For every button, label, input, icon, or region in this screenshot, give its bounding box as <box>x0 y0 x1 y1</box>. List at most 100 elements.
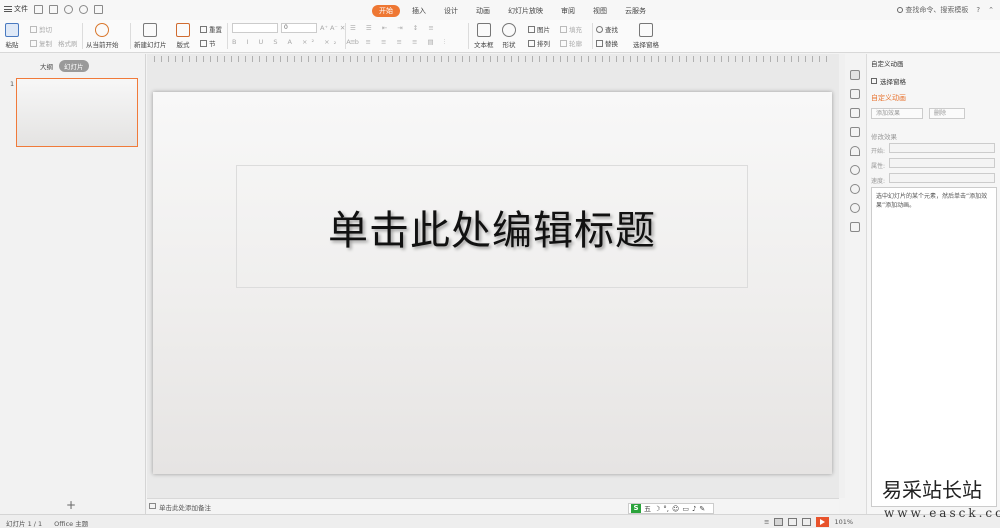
ribbon: 粘贴 剪切 复制 格式刷 从当前开始 新建幻灯片 版式 重置 节 0 A⁺ A⁻… <box>0 20 1000 53</box>
quick-access-toolbar: 文件 <box>4 4 103 14</box>
tab-animation[interactable]: 动画 <box>476 5 490 17</box>
sogou-icon: S <box>631 504 641 513</box>
tab-cloud[interactable]: 云服务 <box>625 5 646 17</box>
paste-button[interactable]: 粘贴 <box>5 23 19 49</box>
watermark-logo: 易采站长站 <box>882 478 982 502</box>
play-from-current-button[interactable]: 从当前开始 <box>86 23 119 49</box>
arrange-icon <box>528 39 535 47</box>
list-buttons[interactable]: ☰ ☰ ⇤ ⇥ ↕ ≡ <box>350 24 438 32</box>
font-name-select[interactable] <box>232 23 278 33</box>
slide-canvas[interactable]: 单击此处编辑标题 <box>153 92 832 474</box>
share-icon[interactable] <box>850 165 860 175</box>
tab-outline[interactable]: 大纲 <box>40 61 53 71</box>
layout-button[interactable]: 版式 <box>176 23 190 49</box>
picture-label: 图片 <box>537 26 550 34</box>
notes-pane[interactable]: 单击此处添加备注 <box>147 498 839 514</box>
slide-switch-icon[interactable] <box>850 89 860 99</box>
tab-review[interactable]: 审阅 <box>561 5 575 17</box>
fill-button[interactable]: 填充 <box>560 24 582 34</box>
format-painter-button[interactable]: 格式刷 <box>58 38 78 48</box>
tab-design[interactable]: 设计 <box>444 5 458 17</box>
shape-label: 形状 <box>502 41 516 49</box>
star-icon[interactable] <box>850 146 860 156</box>
add-effect-button[interactable]: 添加效果 <box>871 108 923 119</box>
slide-sorter-view-button[interactable] <box>788 518 798 526</box>
save-icon[interactable] <box>34 4 43 14</box>
tab-view[interactable]: 视图 <box>593 5 607 17</box>
cut-button[interactable]: 剪切 <box>30 24 52 34</box>
pane-tabs: 大纲 幻灯片 <box>40 60 89 72</box>
reset-button[interactable]: 重置 <box>200 24 222 34</box>
ime-punct-icon: °, <box>663 504 670 513</box>
history-icon[interactable] <box>850 184 860 194</box>
slideshow-play-button[interactable] <box>816 517 830 527</box>
format-icon[interactable] <box>94 4 103 14</box>
normal-view-button[interactable] <box>774 518 784 526</box>
section-label: 节 <box>209 40 216 48</box>
picture-button[interactable]: 图片 <box>528 24 550 34</box>
properties-icon[interactable] <box>850 127 860 137</box>
slide-editing-area: 单击此处编辑标题 <box>147 54 839 498</box>
undo-icon[interactable] <box>64 4 73 14</box>
help-button[interactable]: ? <box>976 6 980 14</box>
copy-button[interactable]: 复制 <box>30 38 52 48</box>
tab-home[interactable]: 开始 <box>372 5 400 17</box>
textbox-button[interactable]: 文本框 <box>474 23 494 49</box>
animation-list[interactable]: 选中幻灯片的某个元素，然后单击“添加效果”添加动画。 <box>871 187 997 507</box>
redo-icon[interactable] <box>79 4 88 14</box>
mic-icon: ♪ <box>691 504 697 513</box>
arrange-button[interactable]: 排列 <box>528 38 550 48</box>
add-slide-button[interactable]: + <box>66 498 76 512</box>
grow-font-icon[interactable]: A⁺ A⁻ ✕ <box>320 24 345 32</box>
section-button[interactable]: 节 <box>200 38 216 48</box>
print-icon[interactable] <box>49 4 58 14</box>
textbox-icon <box>476 23 491 37</box>
divider <box>82 23 83 49</box>
settings-icon: ✎ <box>699 504 706 513</box>
tab-slideshow[interactable]: 幻灯片放映 <box>508 5 543 17</box>
shape-button[interactable]: 形状 <box>502 23 516 49</box>
clipboard-icon <box>5 23 19 37</box>
slide-thumbnail[interactable] <box>16 78 138 147</box>
ime-moon-icon: ☽ <box>654 504 661 513</box>
outline-button[interactable]: 轮廓 <box>560 38 582 48</box>
object-icon[interactable] <box>850 108 860 118</box>
property-select[interactable] <box>889 158 995 168</box>
replace-icon <box>596 39 603 47</box>
grid-icon[interactable] <box>850 222 860 232</box>
tab-slides[interactable]: 幻灯片 <box>59 60 89 72</box>
file-menu-label: 文件 <box>14 5 28 13</box>
view-menu-icon[interactable]: ≡ <box>764 518 769 526</box>
replace-button[interactable]: 替换 <box>596 38 618 48</box>
font-style-buttons[interactable]: B I U S A ×² ×₂ Ab <box>232 38 363 46</box>
minimize-ribbon-icon[interactable]: ⌃ <box>988 6 994 14</box>
speed-select[interactable] <box>889 173 995 183</box>
divider <box>227 23 228 49</box>
align-buttons[interactable]: ≡ ≡ ≡ ≡ ≡ ▤ ⫶ <box>350 38 449 47</box>
select-pane-button[interactable]: 选择窗格 <box>633 23 659 49</box>
start-select[interactable] <box>889 143 995 153</box>
picture-icon <box>528 25 535 33</box>
reading-view-button[interactable] <box>802 518 812 526</box>
font-size-select[interactable]: 0 <box>281 23 317 33</box>
search-icon <box>897 7 904 13</box>
task-pane-header: 自定义动画 <box>871 60 904 68</box>
title-placeholder[interactable]: 单击此处编辑标题 <box>236 165 748 288</box>
search-commands[interactable]: 查找命令、搜索模板 <box>897 5 968 15</box>
tab-insert[interactable]: 插入 <box>412 5 426 17</box>
divider <box>468 23 469 49</box>
delete-effect-button[interactable]: 删除 <box>929 108 965 119</box>
delete-effect-label: 删除 <box>934 110 947 117</box>
help-icon[interactable] <box>850 203 860 213</box>
file-menu-button[interactable]: 文件 <box>4 4 28 14</box>
find-button[interactable]: 查找 <box>596 24 618 34</box>
textbox-label: 文本框 <box>474 41 494 49</box>
zoom-level[interactable]: 101% <box>834 518 853 526</box>
divider <box>592 23 593 49</box>
select-pane-link[interactable]: 选择窗格 <box>871 76 906 86</box>
menu-right-area: 查找命令、搜索模板 ? ⌃ <box>897 5 994 15</box>
new-slide-button[interactable]: 新建幻灯片 <box>134 23 167 49</box>
paste-label: 粘贴 <box>5 41 19 49</box>
ime-toolbar[interactable]: S 五 ☽ °, ☺ ▭ ♪ ✎ <box>628 503 714 514</box>
custom-animation-icon[interactable] <box>850 70 860 80</box>
